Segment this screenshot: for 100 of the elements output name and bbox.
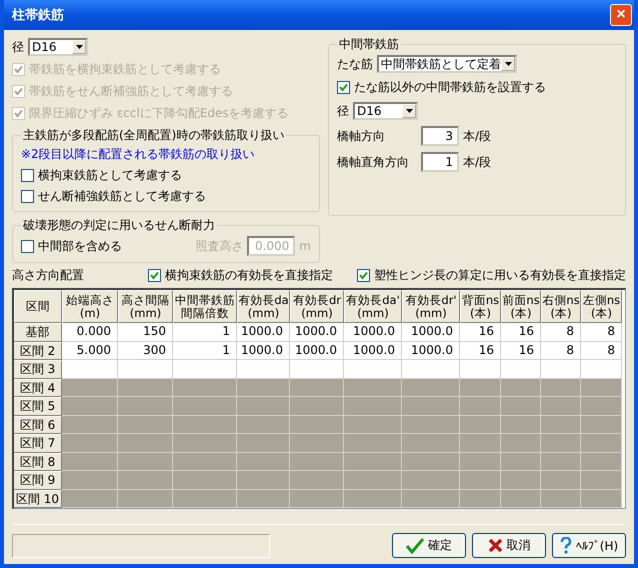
table-cell[interactable] — [344, 397, 402, 416]
table-cell[interactable] — [460, 434, 501, 452]
table-cell[interactable] — [501, 378, 541, 397]
table-cell[interactable] — [237, 416, 290, 434]
table-cell[interactable] — [541, 490, 581, 508]
table-cell[interactable] — [501, 452, 541, 471]
table-cell[interactable]: 1000.0 — [402, 323, 460, 342]
table-cell[interactable] — [173, 378, 237, 397]
table-cell[interactable] — [501, 434, 541, 452]
table-cell[interactable] — [460, 378, 501, 397]
row-header[interactable]: 基部 — [14, 323, 62, 342]
table-cell[interactable] — [460, 397, 501, 416]
table-cell[interactable] — [237, 378, 290, 397]
table-cell[interactable] — [501, 471, 541, 490]
checkbox[interactable] — [337, 81, 350, 94]
table-cell[interactable] — [460, 452, 501, 471]
table-cell[interactable]: 1000.0 — [402, 342, 460, 360]
table-cell[interactable] — [118, 360, 173, 378]
table-cell[interactable] — [290, 360, 344, 378]
table-cell[interactable] — [237, 397, 290, 416]
table-cell[interactable] — [173, 471, 237, 490]
table-cell[interactable] — [237, 471, 290, 490]
checkbox[interactable] — [21, 169, 34, 182]
table-cell[interactable]: 1 — [173, 342, 237, 360]
close-button[interactable]: × — [610, 4, 632, 26]
table-cell[interactable] — [237, 452, 290, 471]
table-cell[interactable] — [173, 490, 237, 508]
table-cell[interactable]: 1000.0 — [344, 342, 402, 360]
table-cell[interactable] — [460, 416, 501, 434]
table-cell[interactable] — [581, 490, 622, 508]
table-cell[interactable] — [118, 490, 173, 508]
table-cell[interactable] — [173, 416, 237, 434]
table-cell[interactable] — [541, 471, 581, 490]
table-cell[interactable] — [237, 434, 290, 452]
diameter-dropdown[interactable]: D16 — [353, 102, 418, 120]
table-cell[interactable] — [290, 378, 344, 397]
table-cell[interactable] — [541, 434, 581, 452]
table-cell[interactable] — [581, 452, 622, 471]
table-cell[interactable] — [118, 434, 173, 452]
table-cell[interactable] — [344, 378, 402, 397]
table-cell[interactable] — [402, 471, 460, 490]
table-cell[interactable]: 150 — [118, 323, 173, 342]
table-cell[interactable]: 300 — [118, 342, 173, 360]
ok-button[interactable]: 確定 — [392, 533, 466, 558]
table-cell[interactable]: 1000.0 — [344, 323, 402, 342]
table-cell[interactable] — [118, 452, 173, 471]
row-header[interactable]: 区間 2 — [14, 342, 62, 360]
table-cell[interactable] — [460, 360, 501, 378]
checkbox[interactable] — [21, 190, 34, 203]
table-cell[interactable] — [237, 360, 290, 378]
table-cell[interactable]: 8 — [581, 323, 622, 342]
table-cell[interactable] — [501, 397, 541, 416]
table-cell[interactable] — [581, 434, 622, 452]
cancel-button[interactable]: 取消 — [472, 533, 546, 558]
table-cell[interactable] — [344, 434, 402, 452]
table-cell[interactable] — [501, 360, 541, 378]
table-cell[interactable] — [402, 397, 460, 416]
table-cell[interactable] — [541, 452, 581, 471]
table-cell[interactable] — [541, 397, 581, 416]
table-cell[interactable] — [581, 378, 622, 397]
table-cell[interactable] — [118, 397, 173, 416]
table-cell[interactable] — [402, 378, 460, 397]
table-cell[interactable]: 1 — [173, 323, 237, 342]
table-cell[interactable] — [290, 416, 344, 434]
count-field[interactable]: 3 — [421, 126, 459, 146]
table-cell[interactable] — [118, 416, 173, 434]
table-cell[interactable]: 8 — [581, 342, 622, 360]
table-cell[interactable] — [501, 416, 541, 434]
table-cell[interactable]: 16 — [501, 342, 541, 360]
shelf-dropdown[interactable]: 中間帯鉄筋として定着 — [377, 55, 517, 73]
table-cell[interactable] — [402, 416, 460, 434]
checkbox[interactable] — [357, 269, 370, 282]
count-field[interactable]: 1 — [421, 152, 459, 172]
table-cell[interactable]: 16 — [501, 323, 541, 342]
table-cell[interactable]: 1000.0 — [237, 323, 290, 342]
table-cell[interactable] — [402, 452, 460, 471]
table-cell[interactable] — [237, 490, 290, 508]
checkbox[interactable] — [148, 269, 161, 282]
diameter-dropdown[interactable]: D16 — [28, 38, 88, 56]
table-cell[interactable] — [460, 471, 501, 490]
table-cell[interactable] — [344, 452, 402, 471]
table-cell[interactable] — [501, 490, 541, 508]
table-cell[interactable] — [290, 452, 344, 471]
table-cell[interactable] — [173, 434, 237, 452]
table-cell[interactable] — [581, 397, 622, 416]
table-cell[interactable]: 1000.0 — [290, 323, 344, 342]
table-cell[interactable] — [173, 452, 237, 471]
table-cell[interactable] — [344, 490, 402, 508]
table-cell[interactable] — [344, 471, 402, 490]
table-cell[interactable]: 16 — [460, 342, 501, 360]
table-cell[interactable] — [541, 360, 581, 378]
table-cell[interactable]: 1000.0 — [290, 342, 344, 360]
table-cell[interactable] — [344, 360, 402, 378]
table-cell[interactable] — [173, 397, 237, 416]
table-cell[interactable] — [581, 416, 622, 434]
table-cell[interactable] — [581, 471, 622, 490]
table-cell[interactable]: 8 — [541, 342, 581, 360]
table-cell[interactable] — [344, 416, 402, 434]
table-cell[interactable] — [173, 360, 237, 378]
table-cell[interactable] — [541, 416, 581, 434]
